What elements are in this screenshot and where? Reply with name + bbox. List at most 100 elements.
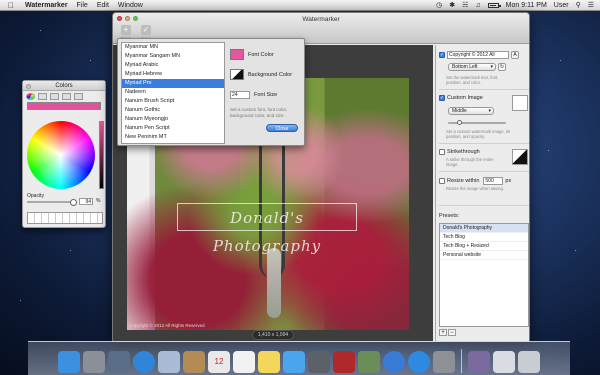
opacity-slider[interactable]: [27, 199, 77, 206]
copyright-position-popup[interactable]: Bottom Left: [448, 63, 496, 71]
mission-control-icon[interactable]: [108, 351, 130, 373]
time-machine-icon[interactable]: ◷: [436, 1, 442, 9]
notes-icon[interactable]: [258, 351, 280, 373]
opacity-label: Opacity: [27, 193, 44, 199]
font-size-label: Font Size: [254, 92, 278, 98]
color-sliders-mode-icon[interactable]: [38, 92, 47, 100]
preset-item[interactable]: Tech Blog: [440, 233, 528, 242]
strikethrough-checkbox[interactable]: [439, 149, 445, 155]
menu-clock[interactable]: Mon 9:11 PM: [506, 2, 547, 9]
safari-icon[interactable]: [133, 351, 155, 373]
background-color-well[interactable]: [230, 69, 244, 80]
watermark-text-overlay[interactable]: Donald's Photography: [177, 203, 357, 255]
image-position-popup[interactable]: Middle: [448, 107, 494, 115]
remove-preset-button[interactable]: −: [448, 329, 456, 336]
image-palettes-mode-icon[interactable]: [62, 92, 71, 100]
finder-icon[interactable]: [58, 351, 80, 373]
resize-checkbox[interactable]: [439, 178, 445, 184]
preset-item[interactable]: Personal website: [440, 251, 528, 260]
font-list-item[interactable]: Nanum Myeongjo: [122, 115, 224, 124]
battery-icon[interactable]: [487, 2, 501, 8]
copyright-help: Set the watermark text, font, position, …: [446, 75, 499, 85]
copyright-overlay: Copyright © 2012 All Rights Reserved: [129, 323, 205, 328]
calendar-icon[interactable]: 12: [208, 351, 230, 373]
messages-icon[interactable]: [283, 351, 305, 373]
contacts-icon[interactable]: [183, 351, 205, 373]
font-list-item[interactable]: Myriad Arabic: [122, 61, 224, 70]
color-palettes-mode-icon[interactable]: [50, 92, 59, 100]
colors-panel: Colors Opacity 94 %: [22, 80, 106, 228]
font-list-item[interactable]: Nadeem: [122, 88, 224, 97]
itunes-icon[interactable]: [383, 351, 405, 373]
color-swatches-well[interactable]: [27, 212, 103, 224]
menu-app-name[interactable]: Watermarker: [25, 2, 68, 9]
resize-unit: px: [505, 178, 512, 184]
menu-window[interactable]: Window: [118, 2, 143, 9]
slider-thumb[interactable]: [457, 120, 463, 125]
font-color-well[interactable]: [230, 49, 244, 60]
reminders-icon[interactable]: [233, 351, 255, 373]
font-button[interactable]: A: [511, 51, 519, 59]
font-list-item[interactable]: Nanum Brush Script: [122, 97, 224, 106]
inspector-panel: ✓ Copyright © 2012 All A Bottom Left ↻ S…: [435, 45, 529, 341]
plus-icon: +: [121, 25, 131, 35]
copyright-text-field[interactable]: Copyright © 2012 All: [447, 51, 509, 59]
font-list[interactable]: Myanmar MN Myanmar Sangam MN Myriad Arab…: [121, 42, 225, 144]
trash-icon[interactable]: [518, 351, 540, 373]
menu-file[interactable]: File: [77, 2, 88, 9]
app-store-icon[interactable]: [408, 351, 430, 373]
custom-image-checkbox[interactable]: ✓: [439, 95, 445, 101]
color-wheel-mode-icon[interactable]: [26, 92, 35, 100]
refresh-icon[interactable]: ↻: [498, 63, 506, 71]
presets-label: Presets:: [439, 213, 460, 219]
resize-label: Resize within: [447, 178, 480, 184]
font-list-item[interactable]: New Peninim MT: [122, 133, 224, 142]
volume-icon[interactable]: ♫: [475, 2, 480, 9]
system-preferences-icon[interactable]: [433, 351, 455, 373]
brightness-slider[interactable]: [99, 121, 104, 189]
resize-help: Resize the image when saving.: [446, 186, 504, 191]
preset-item[interactable]: Tech Blog + Resized: [440, 242, 528, 251]
custom-image-help: Set a custom watermark image, its positi…: [446, 129, 511, 139]
current-color-swatch[interactable]: [27, 102, 101, 110]
font-list-item[interactable]: Myanmar MN: [122, 43, 224, 52]
menu-user[interactable]: User: [554, 2, 569, 9]
mail-icon[interactable]: [158, 351, 180, 373]
menu-bar:  Watermarker File Edit Window ◷ ✱ ☵ ♫ M…: [0, 0, 600, 11]
add-preset-button[interactable]: +: [439, 329, 447, 336]
iphoto-icon[interactable]: [358, 351, 380, 373]
font-list-item[interactable]: Myriad Hebrew: [122, 70, 224, 79]
close-button[interactable]: Close: [266, 124, 298, 132]
menu-edit[interactable]: Edit: [97, 2, 109, 9]
notification-center-icon[interactable]: ☰: [588, 1, 594, 9]
apple-menu-icon[interactable]: : [6, 1, 16, 10]
crayons-mode-icon[interactable]: [74, 92, 83, 100]
copyright-checkbox[interactable]: ✓: [439, 52, 445, 58]
preset-item[interactable]: Donald's Photography: [440, 224, 528, 233]
spotlight-icon[interactable]: ⚲: [576, 1, 581, 9]
documents-icon[interactable]: [493, 351, 515, 373]
font-size-field[interactable]: 24: [230, 91, 250, 99]
font-list-item-selected[interactable]: Myriad Pro: [122, 79, 224, 88]
resize-width-field[interactable]: 500: [483, 177, 504, 185]
bluetooth-icon[interactable]: ✱: [449, 1, 455, 9]
font-panel: Myanmar MN Myanmar Sangam MN Myriad Arab…: [117, 38, 305, 146]
opacity-unit: %: [96, 198, 101, 204]
font-list-item[interactable]: Nanum Pen Script: [122, 124, 224, 133]
font-list-item[interactable]: Myanmar Sangam MN: [122, 52, 224, 61]
facetime-icon[interactable]: [308, 351, 330, 373]
color-wheel[interactable]: [27, 121, 95, 189]
watermarker-icon[interactable]: [468, 351, 490, 373]
photo-booth-icon[interactable]: [333, 351, 355, 373]
image-opacity-slider[interactable]: [448, 120, 506, 125]
divider: [439, 171, 529, 172]
launchpad-icon[interactable]: [83, 351, 105, 373]
close-icon[interactable]: [26, 84, 31, 89]
custom-image-label: Custom Image: [447, 95, 483, 101]
opacity-field[interactable]: 94: [79, 198, 93, 205]
wifi-icon[interactable]: ☵: [462, 1, 468, 9]
divider: [439, 143, 529, 144]
strikethrough-style-well[interactable]: [512, 149, 528, 165]
custom-image-well[interactable]: [512, 95, 528, 111]
font-list-item[interactable]: Nanum Gothic: [122, 106, 224, 115]
